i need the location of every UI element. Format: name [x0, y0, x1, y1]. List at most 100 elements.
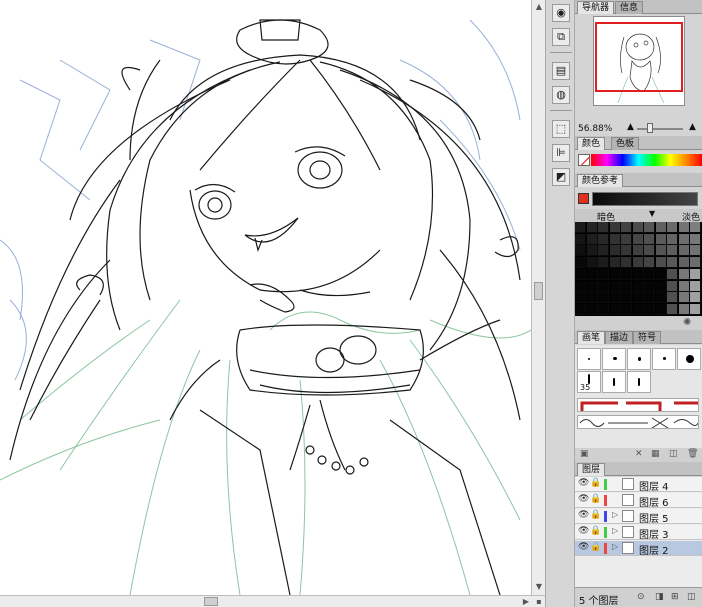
color-variation-swatch[interactable]	[632, 303, 644, 315]
zoom-slider[interactable]	[637, 128, 683, 130]
lock-icon[interactable]: 🔒	[590, 526, 601, 536]
color-variation-swatch[interactable]	[655, 245, 667, 257]
color-variation-swatch[interactable]	[586, 233, 598, 245]
color-variation-swatch[interactable]	[586, 257, 598, 269]
color-variation-swatch[interactable]	[690, 233, 701, 245]
layer-row[interactable]: 👁 🔒 ▷ 图层 3	[575, 525, 702, 541]
lock-icon[interactable]: 🔒	[590, 478, 601, 488]
brush-library-icon[interactable]: ▣	[580, 449, 589, 459]
color-variation-swatch[interactable]	[678, 245, 690, 257]
color-variation-swatch[interactable]	[655, 268, 667, 280]
tab-navigator[interactable]: 导航器	[577, 1, 615, 14]
eye-icon[interactable]: 👁	[578, 478, 589, 488]
color-variation-swatch[interactable]	[690, 292, 701, 304]
lock-icon[interactable]: 🔒	[590, 510, 601, 520]
color-variation-swatch[interactable]	[575, 233, 586, 245]
color-variation-swatch[interactable]	[632, 257, 644, 269]
layer-name[interactable]: 图层 6	[639, 494, 669, 509]
color-variation-swatch[interactable]	[678, 257, 690, 269]
tab-info[interactable]: 信息	[615, 1, 644, 14]
color-variation-swatch[interactable]	[655, 222, 667, 233]
color-variation-swatch[interactable]	[609, 280, 621, 292]
color-variation-swatch[interactable]	[690, 303, 701, 315]
brush-item[interactable]: 35	[577, 371, 601, 393]
color-variation-swatch[interactable]	[598, 233, 609, 245]
color-variation-swatch[interactable]	[621, 303, 632, 315]
color-variation-swatch[interactable]	[609, 222, 621, 233]
tab-color[interactable]: 颜色	[577, 137, 606, 150]
color-variation-swatch[interactable]	[609, 245, 621, 257]
brush-item[interactable]	[627, 348, 651, 370]
color-variation-swatch[interactable]	[609, 268, 621, 280]
color-variation-swatch[interactable]	[644, 280, 655, 292]
color-panel-icon[interactable]: ▤	[552, 62, 570, 80]
color-variation-swatch[interactable]	[678, 222, 690, 233]
layer-row[interactable]: 👁 🔒 图层 6	[575, 493, 702, 509]
lock-icon[interactable]: 🔒	[590, 542, 601, 552]
new-sublayer-icon[interactable]: ⊞	[671, 592, 679, 602]
color-variation-swatch[interactable]	[575, 292, 586, 304]
color-variation-swatch[interactable]	[632, 233, 644, 245]
color-variation-swatch[interactable]	[667, 280, 678, 292]
brush-item[interactable]	[577, 348, 601, 370]
color-variation-swatch[interactable]	[586, 222, 598, 233]
color-variation-swatch[interactable]	[632, 268, 644, 280]
tab-stroke[interactable]: 描边	[605, 331, 634, 344]
color-variation-swatch[interactable]	[644, 292, 655, 304]
brush-options-icon[interactable]: ▦	[651, 449, 660, 459]
color-variation-swatch[interactable]	[678, 233, 690, 245]
zoom-level[interactable]: 56.88%	[578, 124, 612, 134]
color-variation-swatch[interactable]	[586, 292, 598, 304]
color-variation-swatch[interactable]	[667, 292, 678, 304]
color-variation-swatch[interactable]	[575, 245, 586, 257]
color-variation-swatch[interactable]	[621, 268, 632, 280]
layer-row-selected[interactable]: 👁 🔒 ▷ 图层 2	[575, 541, 702, 557]
color-variation-swatch[interactable]	[644, 233, 655, 245]
color-variation-swatch[interactable]	[690, 245, 701, 257]
color-variation-swatch[interactable]	[632, 222, 644, 233]
color-variation-swatch[interactable]	[644, 222, 655, 233]
color-variation-swatch[interactable]	[598, 222, 609, 233]
tab-symbols[interactable]: 符号	[633, 331, 662, 344]
color-variation-swatch[interactable]	[667, 222, 678, 233]
no-color-swatch[interactable]	[578, 154, 590, 166]
color-variation-swatch[interactable]	[632, 280, 644, 292]
color-variation-swatch[interactable]	[667, 268, 678, 280]
new-brush-icon[interactable]: ◫	[669, 449, 678, 459]
brush-item[interactable]	[677, 348, 701, 370]
color-variation-swatch[interactable]	[678, 303, 690, 315]
color-variation-swatch[interactable]	[655, 303, 667, 315]
color-variation-swatch[interactable]	[586, 280, 598, 292]
color-variation-swatch[interactable]	[586, 268, 598, 280]
color-variation-swatch[interactable]	[621, 257, 632, 269]
scroll-up-icon[interactable]: ▲	[533, 1, 545, 13]
color-variation-swatch[interactable]	[598, 303, 609, 315]
remove-stroke-icon[interactable]: ✕	[635, 449, 643, 459]
color-variation-swatch[interactable]	[644, 268, 655, 280]
align-panel-icon[interactable]: ⊫	[552, 144, 570, 162]
color-variation-swatch[interactable]	[644, 303, 655, 315]
tab-swatches[interactable]: 色板	[611, 137, 640, 150]
scroll-right-icon[interactable]: ▶	[520, 596, 532, 607]
transform-panel-icon[interactable]: ⬚	[552, 120, 570, 138]
color-variation-swatch[interactable]	[575, 268, 586, 280]
eye-icon[interactable]: 👁	[578, 494, 589, 504]
color-variation-swatch[interactable]	[598, 280, 609, 292]
zoom-in-icon[interactable]: ▲	[689, 122, 696, 132]
navigator-panel-icon[interactable]: ◉	[552, 4, 570, 22]
color-variation-swatch[interactable]	[655, 233, 667, 245]
delete-brush-icon[interactable]: 🗑	[687, 449, 698, 459]
color-variation-swatch[interactable]	[678, 280, 690, 292]
color-variation-swatch[interactable]	[621, 245, 632, 257]
expand-arrow-icon[interactable]: ▷	[612, 542, 618, 551]
base-color-swatch[interactable]	[578, 193, 589, 204]
color-variation-swatch[interactable]	[621, 233, 632, 245]
color-variation-swatch[interactable]	[598, 245, 609, 257]
color-variation-swatch[interactable]	[598, 268, 609, 280]
eye-icon[interactable]: 👁	[578, 510, 589, 520]
brush-item[interactable]	[652, 348, 676, 370]
pathfinder-panel-icon[interactable]: ◩	[552, 168, 570, 186]
color-variation-swatch[interactable]	[609, 233, 621, 245]
layer-row[interactable]: 👁 🔒 ▷ 图层 5	[575, 509, 702, 525]
pattern-brush-red[interactable]	[577, 398, 699, 412]
